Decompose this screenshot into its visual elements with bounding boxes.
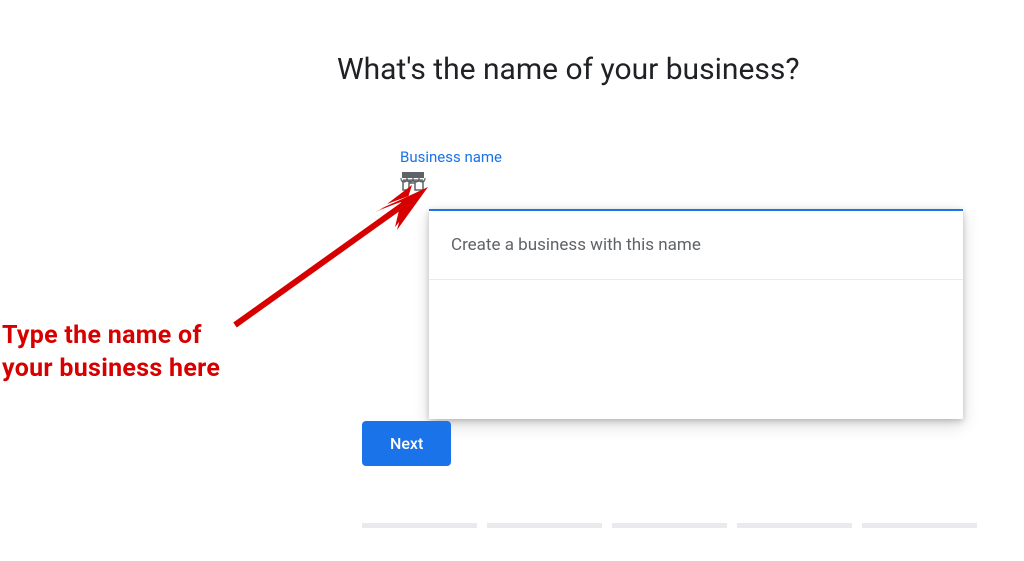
progress-segment: [362, 523, 477, 528]
create-business-option[interactable]: Create a business with this name: [429, 211, 963, 280]
storefront-icon: [400, 170, 426, 198]
progress-segment: [487, 523, 602, 528]
business-name-dropdown: Create a business with this name: [429, 209, 963, 419]
page-title: What's the name of your business?: [337, 52, 800, 87]
annotation-callout: Type the name of your business here: [2, 320, 220, 385]
next-button[interactable]: Next: [362, 421, 451, 466]
field-label: Business name: [400, 148, 502, 166]
progress-segment: [862, 523, 977, 528]
annotation-line1: Type the name of: [2, 320, 220, 353]
progress-segment: [612, 523, 727, 528]
annotation-line2: your business here: [2, 353, 220, 386]
progress-bar: [362, 523, 977, 528]
progress-segment: [737, 523, 852, 528]
